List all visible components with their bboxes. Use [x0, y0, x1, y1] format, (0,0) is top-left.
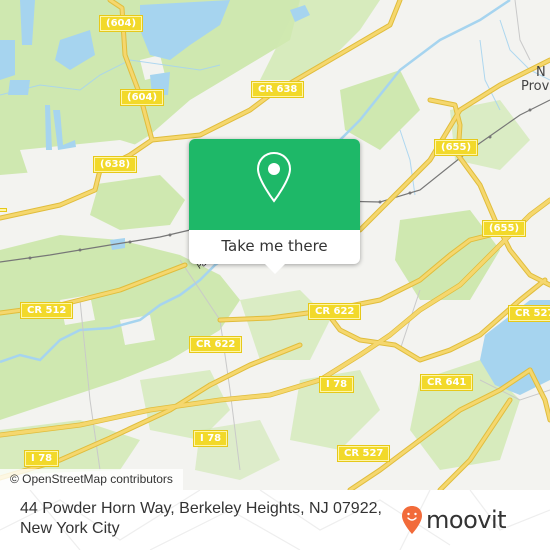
- place-label-line: N: [536, 65, 546, 80]
- place-label-line: Prov: [521, 79, 550, 94]
- moovit-pin-icon: [402, 506, 422, 534]
- map-pin-icon: [256, 151, 292, 203]
- popup-pointer: [264, 263, 286, 274]
- road-shield: (638): [94, 157, 137, 172]
- map-attribution[interactable]: © OpenStreetMap contributors: [0, 469, 183, 490]
- road-shield: CR 641: [421, 375, 473, 390]
- location-popup: Take me there: [189, 139, 360, 274]
- moovit-wordmark: moovit: [426, 506, 507, 534]
- road-shield: (655): [435, 140, 478, 155]
- road-shield: CR 622: [190, 337, 242, 352]
- popup-header: [189, 139, 360, 230]
- road-shield: I 78: [194, 431, 228, 446]
- road-shield: CR 622: [309, 304, 361, 319]
- road-shield: CR 527: [338, 446, 390, 461]
- road-shield: [0, 209, 6, 211]
- road-shield: I 78: [25, 451, 59, 466]
- road-shield: (604): [121, 90, 164, 105]
- footer: 44 Powder Horn Way, Berkeley Heights, NJ…: [0, 490, 550, 550]
- map[interactable]: (604) (604) (638) CR 638 (655) (655) CR …: [0, 0, 550, 490]
- road-shield: I 78: [320, 377, 354, 392]
- moovit-logo[interactable]: moovit: [401, 504, 507, 536]
- road-shield: (604): [100, 16, 143, 31]
- road-shield: CR 512: [21, 303, 73, 318]
- road-shield: (655): [483, 221, 526, 236]
- address-text: 44 Powder Horn Way, Berkeley Heights, NJ…: [20, 500, 382, 537]
- take-me-there-button[interactable]: Take me there: [189, 230, 360, 264]
- road-shield: CR 527: [509, 306, 550, 321]
- place-label-new-providence: N Prov: [521, 66, 549, 94]
- road-shield: CR 638: [252, 82, 304, 97]
